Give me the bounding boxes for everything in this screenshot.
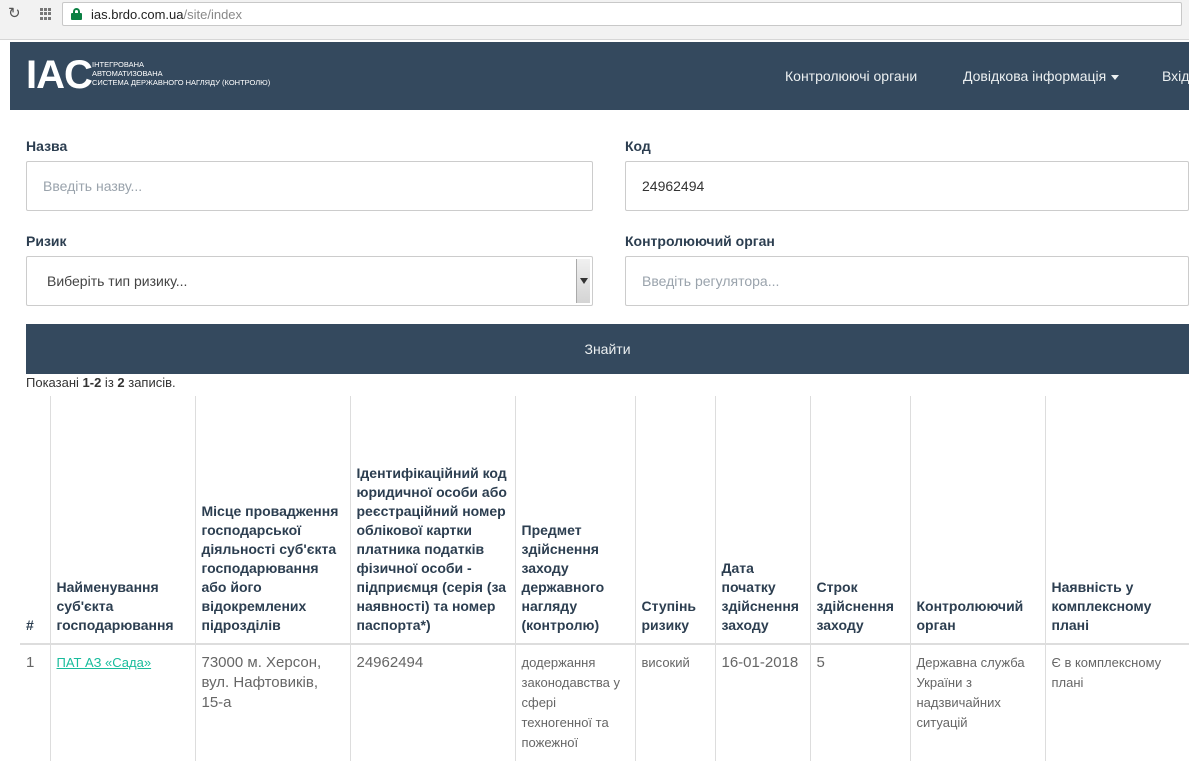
name-input[interactable] [27,162,592,210]
row-subject: додержання законодавства у сфері техноге… [514,644,635,761]
browser-toolbar: ↻ ias.brdo.com.ua/site/index [0,0,1189,40]
row-name-cell: ПАТ АЗ «Сада» [49,644,195,761]
navbar: IAC Інтегрована автоматизована система д… [10,42,1189,110]
chevron-down-icon[interactable] [576,259,590,303]
column-header-number[interactable]: # [20,396,50,645]
address-bar[interactable]: ias.brdo.com.ua/site/index [62,2,1182,26]
row-place: 73000 м. Херсон, вул. Нафтовиків, 15-а [194,644,350,761]
nav-link-login[interactable]: Вхід [1162,68,1189,84]
name-field[interactable] [26,161,593,211]
table-header-row: # Найменування суб'єкта господарювання М… [20,396,1189,645]
risk-select-value: Виберіть тип ризику... [47,273,188,289]
column-header-subject[interactable]: Предмет здійснення заходу державного наг… [514,396,635,645]
regulator-input[interactable] [626,257,1188,305]
reload-icon[interactable]: ↻ [8,6,24,22]
nav-link-reference-info[interactable]: Довідкова інформація [963,68,1120,84]
row-authority: Державна служба України з надзвичайних с… [909,644,1045,761]
column-header-term[interactable]: Строк здійснення заходу [809,396,910,645]
risk-label: Ризик [26,233,67,249]
results-summary: Показані 1-2 із 2 записів. [26,375,176,390]
column-header-place[interactable]: Місце провадження господарської діяльнос… [194,396,350,645]
regulator-field[interactable] [625,256,1189,306]
code-field[interactable] [625,161,1189,211]
entity-link[interactable]: ПАТ АЗ «Сада» [57,655,152,670]
regulator-label: Контролюючий орган [625,233,775,249]
row-code: 24962494 [349,644,515,761]
row-plan: Є в комплексному плані [1044,644,1189,761]
results-table: # Найменування суб'єкта господарювання М… [20,396,1189,761]
lock-icon [71,8,82,20]
code-input[interactable] [626,162,1188,210]
row-date: 16-01-2018 [714,644,810,761]
row-number: 1 [26,654,35,671]
risk-select[interactable]: Виберіть тип ризику... [26,256,593,306]
column-header-plan[interactable]: Наявність у комплексному плані [1044,396,1189,645]
row-risk: високий [634,644,715,761]
caret-down-icon [1111,74,1120,80]
column-header-name[interactable]: Найменування суб'єкта господарювання [49,396,195,645]
column-header-authority[interactable]: Контролюючий орган [909,396,1045,645]
url-text[interactable]: ias.brdo.com.ua/site/index [91,7,242,22]
nav-link-regulators[interactable]: Контролюючі органи [785,68,917,84]
search-button[interactable]: Знайти [26,324,1189,374]
code-label: Код [625,138,651,154]
table-row: 1 ПАТ АЗ «Сада» 73000 м. Херсон, вул. На… [20,644,1189,761]
column-header-code[interactable]: Ідентифікаційний код юридичної особи або… [349,396,515,645]
column-header-risk[interactable]: Ступінь ризику [634,396,715,645]
name-label: Назва [26,138,68,154]
row-term: 5 [809,644,910,761]
apps-icon[interactable] [40,8,52,20]
column-header-date[interactable]: Дата початку здійснення заходу [714,396,810,645]
